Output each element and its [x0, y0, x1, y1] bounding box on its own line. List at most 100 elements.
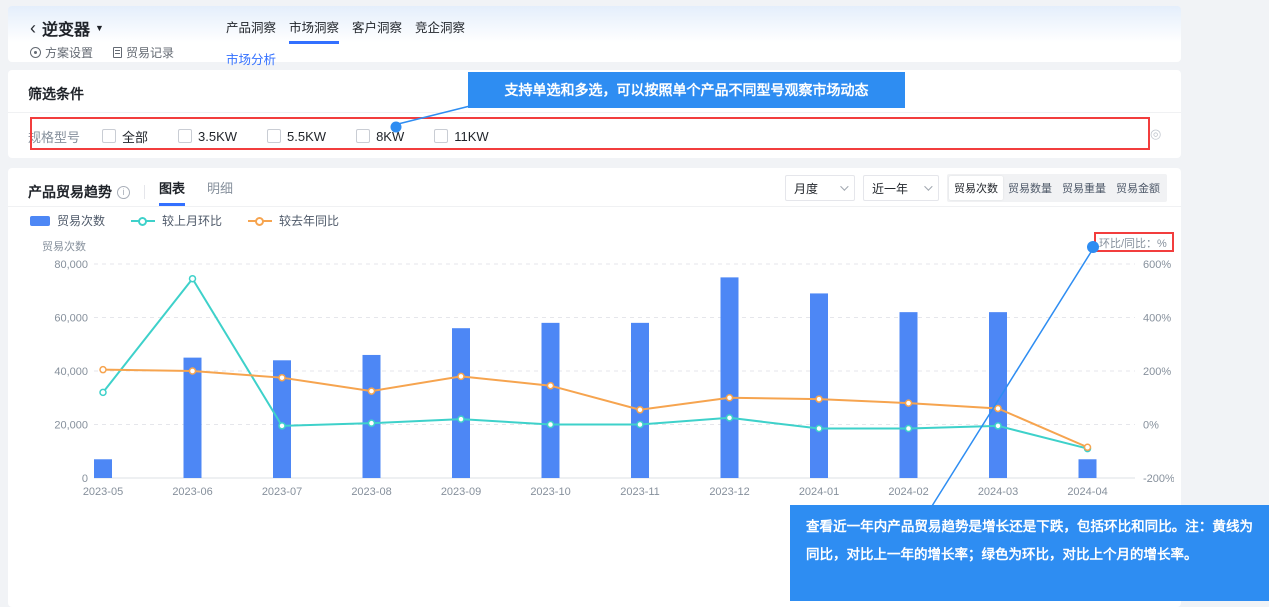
- legend-item[interactable]: 贸易次数: [30, 212, 105, 229]
- data-point[interactable]: [548, 383, 554, 389]
- view-tab[interactable]: 图表: [159, 178, 185, 206]
- period-select-value: 月度: [794, 180, 818, 197]
- divider: [8, 112, 1181, 113]
- checkbox-label: 5.5KW: [287, 129, 326, 144]
- spec-option[interactable]: 5.5KW: [267, 129, 326, 144]
- spec-option[interactable]: 3.5KW: [178, 129, 237, 144]
- spec-filter-row: 规格型号 全部 3.5KW 5.5KW 8KW 11KW: [28, 120, 489, 152]
- metric-button[interactable]: 贸易数量: [1003, 176, 1057, 200]
- data-point[interactable]: [906, 426, 912, 432]
- trade-count-bar[interactable]: [631, 323, 649, 478]
- trade-count-bar[interactable]: [542, 323, 560, 478]
- legend-dot: [255, 217, 264, 226]
- data-point[interactable]: [458, 373, 464, 379]
- checkbox-icon[interactable]: [178, 129, 192, 143]
- checkbox-icon[interactable]: [102, 129, 116, 143]
- trend-title: 产品贸易趋势: [28, 182, 112, 202]
- data-point[interactable]: [906, 400, 912, 406]
- main-tab[interactable]: 竞企洞察: [415, 17, 465, 44]
- legend-item[interactable]: 较去年同比: [248, 212, 339, 229]
- page-title[interactable]: 逆变器: [42, 16, 90, 40]
- data-point[interactable]: [637, 407, 643, 413]
- data-point[interactable]: [279, 423, 285, 429]
- legend-item[interactable]: 较上月环比: [131, 212, 222, 229]
- data-point[interactable]: [816, 396, 822, 402]
- filter-settings-icon[interactable]: ◎: [1150, 126, 1161, 142]
- checkbox-label: 全部: [122, 127, 148, 146]
- data-point[interactable]: [995, 423, 1001, 429]
- trade-count-bar[interactable]: [363, 355, 381, 478]
- info-icon[interactable]: i: [117, 186, 130, 199]
- metric-button-group: 贸易次数贸易数量贸易重量贸易金额: [947, 174, 1167, 202]
- legend-bar-swatch: [30, 216, 50, 226]
- period-select[interactable]: 月度: [785, 175, 855, 201]
- data-point[interactable]: [190, 276, 196, 282]
- spec-option[interactable]: 全部: [102, 127, 148, 146]
- spec-option[interactable]: 8KW: [356, 129, 404, 144]
- main-tab[interactable]: 客户洞察: [352, 17, 402, 44]
- product-title-row: ‹ 逆变器 ▼: [30, 16, 104, 40]
- header-action-label: 方案设置: [45, 44, 93, 61]
- data-point[interactable]: [369, 420, 375, 426]
- header-action-target[interactable]: 方案设置: [30, 44, 93, 61]
- trade-count-bar[interactable]: [810, 293, 828, 478]
- x-axis-label: 2024-03: [978, 486, 1018, 498]
- data-point[interactable]: [458, 416, 464, 422]
- trade-count-bar[interactable]: [94, 459, 112, 478]
- trend-chart: 80,000600%60,000400%40,000200%20,0000%0-…: [22, 236, 1174, 508]
- spec-option[interactable]: 11KW: [434, 129, 488, 144]
- trade-count-bar[interactable]: [989, 312, 1007, 478]
- data-point[interactable]: [1085, 444, 1091, 450]
- data-point[interactable]: [637, 422, 643, 428]
- main-tabs: 产品洞察市场洞察客户洞察竞企洞察: [226, 17, 465, 44]
- legend-label: 较去年同比: [279, 212, 339, 229]
- header-actions: 方案设置 贸易记录: [30, 44, 174, 61]
- view-tab[interactable]: 明细: [207, 178, 233, 206]
- checkbox-icon[interactable]: [356, 129, 370, 143]
- data-point[interactable]: [279, 375, 285, 381]
- filter-title: 筛选条件: [28, 84, 84, 104]
- checkbox-icon[interactable]: [267, 129, 281, 143]
- range-select[interactable]: 近一年: [863, 175, 939, 201]
- trade-count-bar[interactable]: [900, 312, 918, 478]
- spec-checkbox-group: 全部 3.5KW 5.5KW 8KW 11KW: [102, 127, 489, 146]
- doc-icon: [113, 47, 122, 58]
- y-left-tick: 60,000: [54, 313, 88, 325]
- spec-filter-label: 规格型号: [28, 127, 80, 146]
- legend-line-swatch: [248, 220, 272, 222]
- data-point[interactable]: [995, 405, 1001, 411]
- trade-count-bar[interactable]: [452, 328, 470, 478]
- x-axis-label: 2023-08: [351, 486, 391, 498]
- data-point[interactable]: [727, 415, 733, 421]
- checkbox-label: 11KW: [454, 129, 488, 144]
- header-action-doc[interactable]: 贸易记录: [113, 44, 174, 61]
- x-axis-label: 2023-10: [530, 486, 570, 498]
- x-axis-label: 2023-09: [441, 486, 481, 498]
- back-icon[interactable]: ‹: [30, 18, 36, 39]
- data-point[interactable]: [369, 388, 375, 394]
- trade-count-bar[interactable]: [184, 358, 202, 478]
- data-point[interactable]: [727, 395, 733, 401]
- y-left-tick: 80,000: [54, 259, 88, 271]
- checkbox-icon[interactable]: [434, 129, 448, 143]
- data-point[interactable]: [190, 368, 196, 374]
- y-right-tick: 0%: [1143, 420, 1159, 432]
- chevron-down-icon: [840, 182, 848, 190]
- header-action-label: 贸易记录: [126, 44, 174, 61]
- trade-count-bar[interactable]: [1079, 459, 1097, 478]
- legend-label: 较上月环比: [162, 212, 222, 229]
- data-point[interactable]: [548, 422, 554, 428]
- trend-line: [103, 370, 1088, 448]
- data-point[interactable]: [816, 426, 822, 432]
- main-tab[interactable]: 市场洞察: [289, 17, 339, 44]
- metric-button[interactable]: 贸易次数: [949, 176, 1003, 200]
- data-point[interactable]: [100, 367, 106, 373]
- dropdown-caret-icon[interactable]: ▼: [95, 23, 104, 33]
- trade-count-bar[interactable]: [721, 277, 739, 478]
- metric-button[interactable]: 贸易金额: [1111, 176, 1165, 200]
- data-point[interactable]: [100, 389, 106, 395]
- x-axis-label: 2024-02: [888, 486, 928, 498]
- chevron-down-icon: [924, 182, 932, 190]
- metric-button[interactable]: 贸易重量: [1057, 176, 1111, 200]
- main-tab[interactable]: 产品洞察: [226, 17, 276, 44]
